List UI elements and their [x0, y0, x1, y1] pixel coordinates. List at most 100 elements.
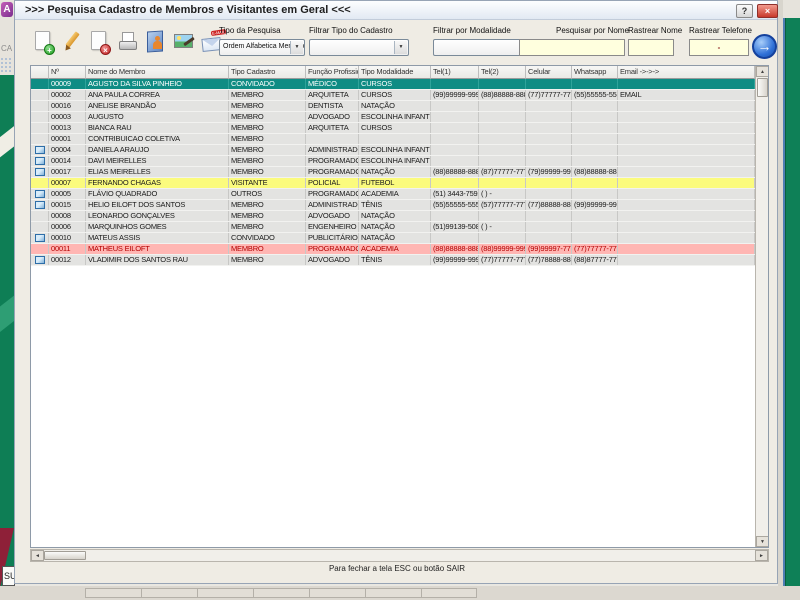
help-button[interactable]: ?: [736, 4, 753, 18]
column-header-cadastro[interactable]: Tipo Cadastro: [229, 66, 306, 79]
edit-record-button[interactable]: [59, 28, 85, 58]
print-button[interactable]: [115, 28, 141, 58]
background-light-diagonal: [0, 291, 14, 335]
scroll-left-arrow[interactable]: ◄: [31, 550, 44, 561]
cell-gutter: [31, 233, 49, 243]
cell-tel2: [479, 178, 526, 188]
column-header-num[interactable]: Nº: [49, 66, 86, 79]
cell-cadastro: MEMBRO: [229, 211, 306, 221]
table-row[interactable]: 00007 FERNANDO CHAGAS VISITANTE POLICIAL FUT…: [31, 178, 768, 189]
cell-tel2: [479, 123, 526, 133]
table-row[interactable]: 00001 CONTRIBUICAO COLETIVA MEMBRO: [31, 134, 768, 145]
scroll-up-arrow[interactable]: ▲: [756, 66, 768, 77]
tipo-pesquisa-select[interactable]: Ordem Alfabetica Membro ▼: [219, 39, 305, 56]
cell-modalidade: NATAÇÃO: [359, 233, 431, 243]
table-row[interactable]: 00006 MARQUINHOS GOMES MEMBRO ENGENHEIRO NAT…: [31, 222, 768, 233]
vertical-scrollbar[interactable]: ▲ ▼: [755, 66, 768, 547]
scroll-down-arrow[interactable]: ▼: [756, 536, 768, 547]
table-row[interactable]: 00009 AGUSTO DA SILVA PINHEIO CONVIDADO MÉD…: [31, 79, 768, 90]
close-button[interactable]: ×: [757, 4, 778, 18]
table-row[interactable]: 00014DAVI MEIRELLESMEMBROPROGRAMADORESCO…: [31, 156, 768, 167]
cell-email: [618, 189, 755, 199]
horizontal-scrollbar[interactable]: ◄ ►: [30, 549, 769, 562]
table-row[interactable]: 00011MATHEUS EILOFTMEMBROPROGRAMADORACAD…: [31, 244, 768, 255]
cell-celular: [526, 101, 572, 111]
column-header-modalidade[interactable]: Tipo Modalidade: [359, 66, 431, 79]
vertical-scrollbar-thumb[interactable]: [757, 78, 768, 97]
delete-icon: ×: [100, 44, 111, 55]
cell-modalidade: NATAÇÃO: [359, 222, 431, 232]
table-row[interactable]: 00016 ANELISE BRANDÃO MEMBRO DENTISTA NATAÇÃ…: [31, 101, 768, 112]
cell-email: [618, 211, 755, 221]
member-photo-button[interactable]: [143, 28, 169, 58]
table-row[interactable]: 00012 VLADIMIR DOS SANTOS RAU MEMBRO ADVOGA…: [31, 255, 768, 266]
column-header-email[interactable]: Email ->->->: [618, 66, 755, 79]
table-row[interactable]: 00017ELIAS MEIRELLESMEMBROPROGRAMADORNAT…: [31, 167, 768, 178]
table-row[interactable]: 00010 MATEUS ASSIS CONVIDADO PUBLICITÁRIO NA…: [31, 233, 768, 244]
add-record-button[interactable]: +: [31, 28, 57, 58]
cell-whatsapp: [572, 134, 618, 144]
filter-label-pesquisar-nome: Pesquisar por Nome: [556, 26, 629, 35]
column-header-nome[interactable]: Nome do Membro: [86, 66, 229, 79]
rastrear-nome-input[interactable]: [628, 39, 674, 56]
column-header-tel1[interactable]: Tel(1): [431, 66, 479, 79]
cell-tel1: (51)99139-5089: [433, 222, 479, 232]
cell-funcao: ARQUITETA: [306, 123, 359, 133]
cell-num: 00006: [49, 222, 86, 232]
scroll-right-arrow[interactable]: ►: [755, 550, 768, 561]
column-header-celular[interactable]: Celular: [526, 66, 572, 79]
table-row[interactable]: 00005FLÁVIO QUADRADOOUTROSPROGRAMADORACA…: [31, 189, 768, 200]
cell-gutter: [31, 145, 49, 155]
delete-record-button[interactable]: ×: [87, 28, 113, 58]
cell-num: 00004: [49, 145, 86, 155]
cell-email: [618, 167, 755, 177]
tipo-cadastro-select[interactable]: ▼: [309, 39, 409, 56]
background-white-diagonal: [0, 121, 14, 161]
table-row[interactable]: 00004DANIELA ARAUJOMEMBROADMINISTRADORES…: [31, 145, 768, 156]
cell-modalidade: ACADEMIA: [359, 189, 431, 199]
search-go-button[interactable]: →: [752, 34, 777, 59]
cell-email: [618, 134, 755, 144]
cell-funcao: ADVOGADO: [306, 255, 359, 265]
cell-tel1: [431, 211, 479, 221]
cell-celular: [526, 145, 572, 155]
cell-email: [618, 101, 755, 111]
cell-cadastro: MEMBRO: [229, 90, 306, 100]
cell-celular: [526, 189, 572, 199]
cell-celular: [526, 79, 572, 89]
image-button[interactable]: [171, 28, 197, 58]
cell-whatsapp: (77)77777-7777: [572, 244, 618, 254]
background-right-top: x: [783, 0, 800, 18]
rastrear-telefone-input[interactable]: [689, 39, 749, 56]
pesquisar-nome-input[interactable]: [519, 39, 625, 56]
cell-tel2: (87)77777-7777: [479, 167, 526, 177]
table-row[interactable]: 00002 ANA PAULA CORREA MEMBRO ARQUITETA CURS…: [31, 90, 768, 101]
column-header-funcao[interactable]: Função Profissional: [306, 66, 359, 79]
add-icon: +: [44, 44, 55, 55]
table-row[interactable]: 00003 AUGUSTO MEMBRO ADVOGADO ESCOLINHA INFA…: [31, 112, 768, 123]
grid-rows: 00009 AGUSTO DA SILVA PINHEIO CONVIDADO MÉD…: [31, 79, 768, 266]
column-header-tel2[interactable]: Tel(2): [479, 66, 526, 79]
table-row[interactable]: 00013 BIANCA RAU MEMBRO ARQUITETA CURSOS: [31, 123, 768, 134]
cell-cadastro: MEMBRO: [229, 244, 306, 254]
cell-email: [618, 255, 755, 265]
filter-label-rastrear-nome: Rastrear Nome: [628, 26, 683, 35]
cell-modalidade: CURSOS: [359, 123, 431, 133]
cell-email: [618, 222, 755, 232]
cell-cadastro: CONVIDADO: [229, 79, 306, 89]
cell-funcao: PUBLICITÁRIO: [308, 233, 359, 243]
horizontal-scrollbar-thumb[interactable]: [44, 551, 86, 560]
cell-gutter: [31, 134, 49, 144]
cell-num: 00008: [49, 211, 86, 221]
photo-icon: [35, 234, 45, 242]
column-header-whatsapp[interactable]: Whatsapp: [572, 66, 618, 79]
cell-gutter: [31, 123, 49, 133]
cell-tel1: [431, 123, 479, 133]
table-row[interactable]: 00015 HELIO EILOFT DOS SANTOS MEMBRO ADMINI…: [31, 200, 768, 211]
table-row[interactable]: 00008 LEONARDO GONÇALVES MEMBRO ADVOGADO NAT…: [31, 211, 768, 222]
cell-num: 00010: [49, 233, 86, 243]
cell-cadastro: MEMBRO: [229, 123, 306, 133]
cell-num: 00011: [49, 244, 86, 254]
cell-funcao: ARQUITETA: [306, 90, 359, 100]
cell-funcao: ADVOGADO: [306, 211, 359, 221]
